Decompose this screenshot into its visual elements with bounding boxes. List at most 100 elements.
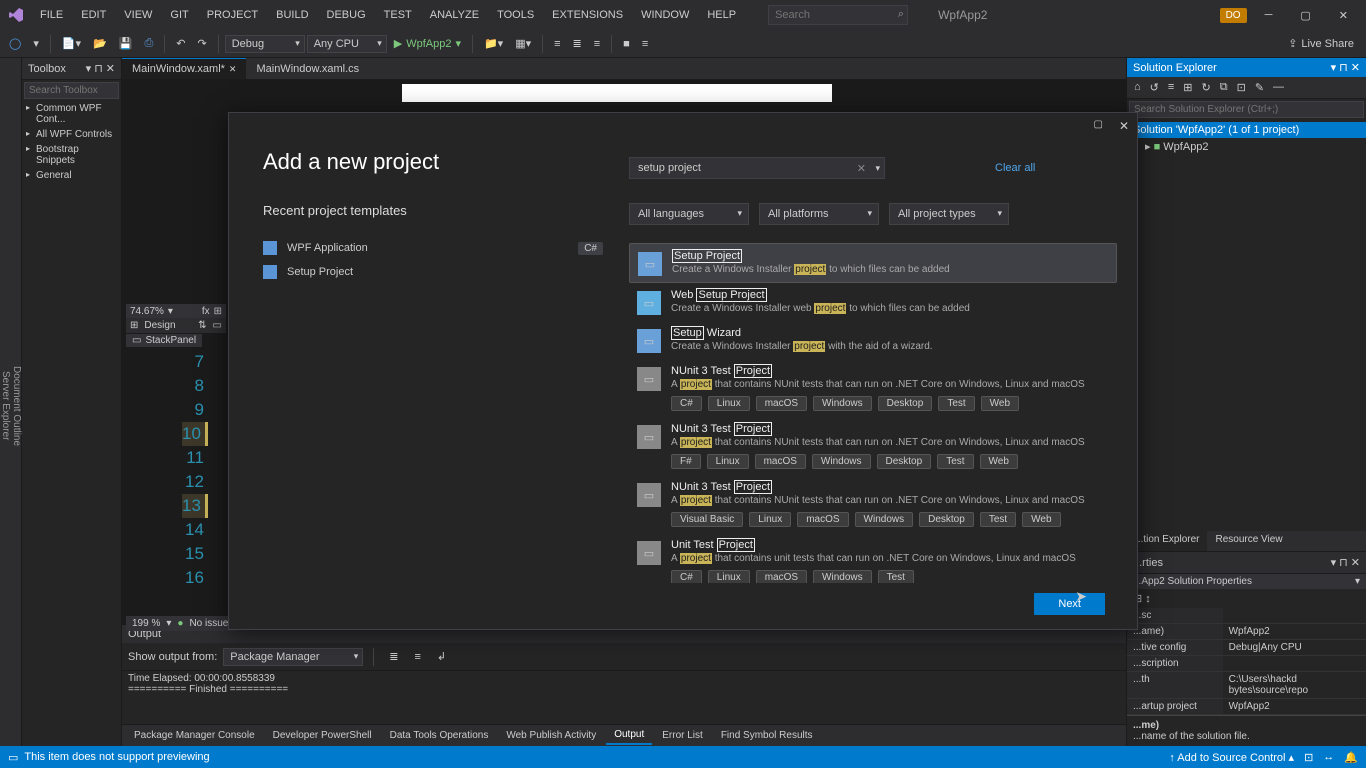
bottom-tab-data-tools-operations[interactable]: Data Tools Operations (382, 727, 497, 744)
search-icon[interactable]: ⌕ (898, 8, 904, 21)
properties-selected-object[interactable]: ...App2 Solution Properties▾ (1127, 574, 1366, 589)
panel-dropdown-icon[interactable]: ▾ (86, 62, 92, 75)
menu-debug[interactable]: DEBUG (319, 5, 374, 25)
bottom-tab-package-manager-console[interactable]: Package Manager Console (126, 727, 263, 744)
source-control-button[interactable]: ↑ Add to Source Control ▴ (1169, 751, 1294, 764)
output-source-dropdown[interactable]: Package Manager (223, 648, 363, 666)
template-result-item[interactable]: ▭NUnit 3 Test ProjectA project that cont… (629, 417, 1117, 475)
project-type-filter[interactable]: All project types (889, 203, 1009, 225)
toolbox-search-input[interactable] (24, 82, 119, 99)
menu-test[interactable]: TEST (376, 5, 420, 25)
menu-git[interactable]: GIT (162, 5, 196, 25)
resource-view-tab[interactable]: Resource View (1207, 531, 1290, 551)
property-row[interactable]: ...tive configDebug|Any CPU (1127, 640, 1366, 656)
open-button[interactable]: 📂 (88, 34, 112, 53)
status-icon-2[interactable]: ↔ (1323, 751, 1334, 763)
run-button[interactable]: ▶ WpfApp2 ▾ (389, 34, 466, 53)
designer-zoom-bar[interactable]: 74.67%▾fx⊞ (126, 304, 226, 319)
menu-file[interactable]: FILE (32, 5, 71, 25)
solution-explorer-tab[interactable]: ...tion Explorer (1127, 531, 1207, 551)
output-wrap-icon[interactable]: ↲ (432, 647, 451, 666)
toolbar-icon-1[interactable]: 📁▾ (479, 34, 508, 53)
solution-search-input[interactable] (1129, 101, 1364, 118)
maximize-button[interactable]: ▢ (1290, 3, 1320, 28)
editor-zoom[interactable]: 199 % (132, 618, 160, 629)
toolbar-icon-3[interactable]: ≡ (549, 35, 565, 53)
toolbar-icon-2[interactable]: ▦▾ (510, 34, 536, 53)
config-dropdown[interactable]: Debug (225, 35, 305, 53)
undo-button[interactable]: ↶ (171, 34, 190, 53)
menu-analyze[interactable]: ANALYZE (422, 5, 487, 25)
menu-window[interactable]: WINDOW (633, 5, 697, 25)
toolbox-item[interactable]: Common WPF Cont... (22, 101, 121, 127)
sync-icon[interactable]: ↺ (1147, 80, 1162, 95)
menu-view[interactable]: VIEW (116, 5, 160, 25)
user-badge[interactable]: DO (1220, 8, 1247, 23)
rail-server-explorer[interactable]: Server Explorer (0, 72, 11, 740)
design-canvas[interactable] (402, 84, 832, 102)
minimize-button[interactable]: ─ (1255, 3, 1283, 27)
editor-tab[interactable]: MainWindow.xaml*✕ (122, 58, 246, 79)
output-clear-icon[interactable]: ≣ (384, 647, 403, 666)
status-icon-1[interactable]: ⊡ (1304, 751, 1313, 764)
template-result-item[interactable]: ▭NUnit 3 Test ProjectA project that cont… (629, 359, 1117, 417)
toolbox-item[interactable]: Bootstrap Snippets (22, 142, 121, 168)
property-row[interactable]: ...artup projectWpfApp2 (1127, 699, 1366, 715)
template-result-item[interactable]: ▭NUnit 3 Test ProjectA project that cont… (629, 475, 1117, 533)
dialog-close-button[interactable]: ✕ (1119, 119, 1129, 133)
template-result-item[interactable]: ▭Setup WizardCreate a Windows Installer … (629, 321, 1117, 359)
properties-view-toggle[interactable]: ⊞ ↕ (1127, 589, 1366, 608)
toolbar-icon-7[interactable]: ≡ (637, 35, 653, 53)
property-row[interactable]: ...ame)WpfApp2 (1127, 624, 1366, 640)
toolbox-item[interactable]: General (22, 168, 121, 183)
live-share-button[interactable]: ⇪ Live Share (1288, 37, 1362, 50)
property-row[interactable]: ...scription (1127, 656, 1366, 672)
bottom-tab-error-list[interactable]: Error List (654, 727, 711, 744)
recent-template-item[interactable]: Setup Project (263, 260, 603, 284)
editor-tab[interactable]: MainWindow.xaml.cs (246, 58, 369, 79)
next-button[interactable]: Next (1034, 593, 1105, 615)
platform-dropdown[interactable]: Any CPU (307, 35, 387, 53)
output-toggle-icon[interactable]: ≡ (410, 648, 426, 666)
menu-tools[interactable]: TOOLS (489, 5, 542, 25)
save-all-button[interactable]: ⎙ (139, 34, 158, 53)
navigate-back-button[interactable]: ◯ (4, 34, 26, 53)
titlebar-search-input[interactable] (768, 5, 908, 25)
bottom-tab-output[interactable]: Output (606, 726, 652, 745)
template-result-item[interactable]: ▭Setup ProjectCreate a Windows Installer… (629, 243, 1117, 283)
bottom-tab-web-publish-activity[interactable]: Web Publish Activity (498, 727, 604, 744)
close-button[interactable]: ✕ (1329, 3, 1358, 28)
new-button[interactable]: 📄▾ (57, 34, 86, 53)
notifications-icon[interactable]: 🔔 (1344, 751, 1358, 764)
toolbar-icon-6[interactable]: ■ (618, 35, 635, 53)
menu-project[interactable]: PROJECT (199, 5, 266, 25)
home-icon[interactable]: ⌂ (1131, 80, 1144, 95)
menu-build[interactable]: BUILD (268, 5, 316, 25)
platform-filter[interactable]: All platforms (759, 203, 879, 225)
toolbar-icon-4[interactable]: ≣ (568, 34, 587, 53)
search-clear-icon[interactable]: ✕ (857, 162, 866, 175)
template-result-item[interactable]: ▭Unit Test ProjectA project that contain… (629, 533, 1117, 583)
save-button[interactable]: 💾 (114, 34, 138, 53)
toolbar-icon-5[interactable]: ≡ (589, 35, 605, 53)
search-dropdown-icon[interactable]: ▾ (875, 163, 880, 174)
navigate-forward-button[interactable]: ▾ (28, 34, 44, 53)
panel-close-icon[interactable]: ✕ (106, 62, 115, 75)
panel-pin-icon[interactable]: ⊓ (94, 62, 103, 75)
dialog-maximize-button[interactable]: ▢ (1094, 119, 1103, 130)
bottom-tab-find-symbol-results[interactable]: Find Symbol Results (713, 727, 821, 744)
language-filter[interactable]: All languages (629, 203, 749, 225)
toolbox-item[interactable]: All WPF Controls (22, 127, 121, 142)
bottom-tab-developer-powershell[interactable]: Developer PowerShell (265, 727, 380, 744)
designer-split-bar[interactable]: ⊞Design⇅▭ (126, 318, 226, 333)
clear-all-link[interactable]: Clear all (995, 162, 1035, 174)
template-search-input[interactable]: setup project (638, 162, 701, 174)
stackpanel-breadcrumb[interactable]: ▭StackPanel (126, 334, 202, 347)
template-result-item[interactable]: ▭Web Setup ProjectCreate a Windows Insta… (629, 283, 1117, 321)
menu-help[interactable]: HELP (699, 5, 744, 25)
menu-edit[interactable]: EDIT (73, 5, 114, 25)
solution-root-node[interactable]: Solution 'WpfApp2' (1 of 1 project) (1127, 122, 1366, 138)
menu-extensions[interactable]: EXTENSIONS (544, 5, 631, 25)
property-row[interactable]: ...thC:\Users\hackd bytes\source\repo (1127, 672, 1366, 699)
rail-document-outline[interactable]: Document Outline (11, 72, 22, 740)
